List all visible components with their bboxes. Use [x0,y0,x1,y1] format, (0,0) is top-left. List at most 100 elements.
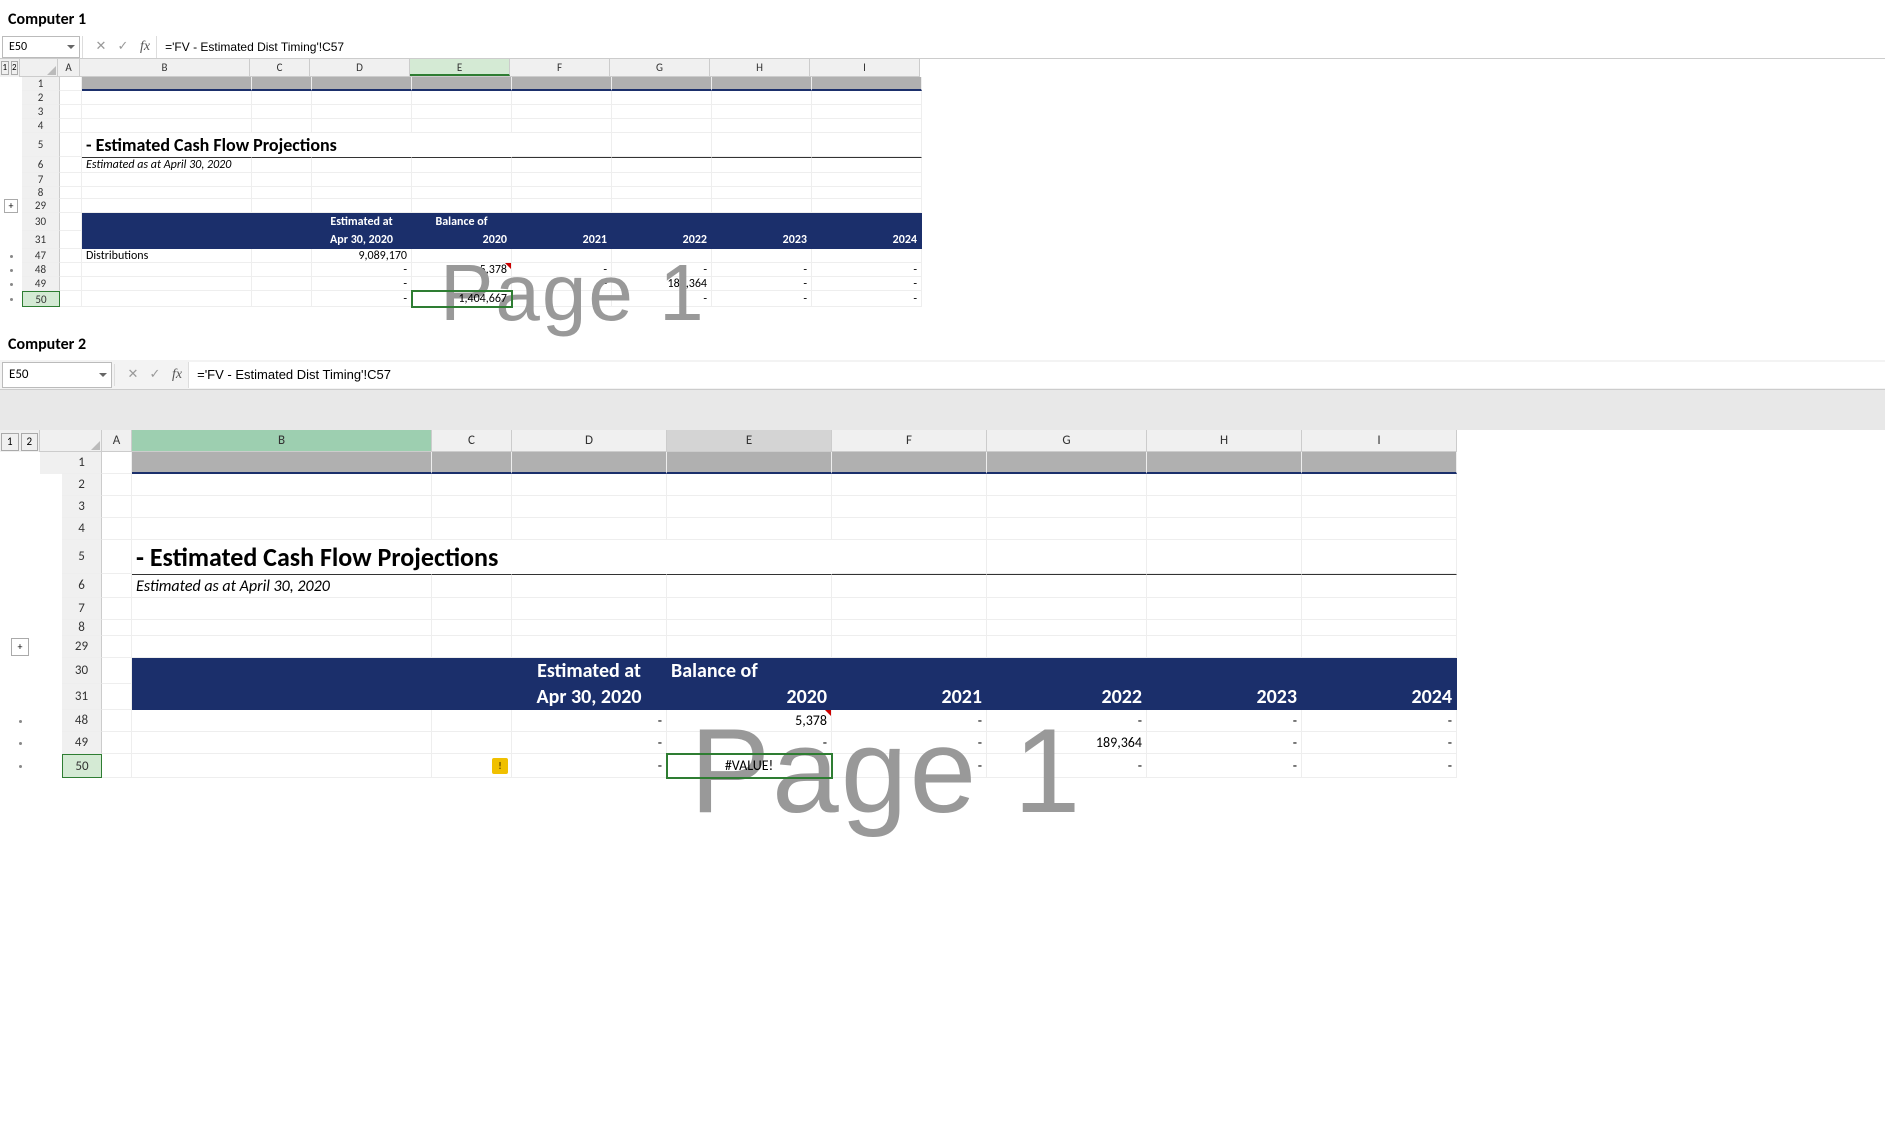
formula-input[interactable] [188,362,1885,388]
formula-input[interactable] [156,36,1885,58]
col-header-I[interactable]: I [1302,430,1457,451]
col-header-E[interactable]: E [410,59,510,76]
col-header-E[interactable]: E [667,430,832,451]
data-cell[interactable]: - [312,263,412,277]
data-cell[interactable]: 5,378 [667,710,832,732]
data-cell[interactable]: - [712,263,812,277]
row-header[interactable]: 1 [22,77,60,91]
row-header[interactable]: 6 [62,574,102,598]
col-header-G[interactable]: G [987,430,1147,451]
data-cell[interactable]: - [1147,710,1302,732]
row-header[interactable]: 6 [22,157,60,173]
data-cell[interactable]: - [512,263,612,277]
col-header-H[interactable]: H [1147,430,1302,451]
data-cell[interactable]: - [1302,732,1457,754]
data-cell[interactable]: - [1302,754,1457,778]
select-all-triangle[interactable] [91,441,100,450]
accept-formula-button[interactable]: ✓ [112,36,134,58]
row-header[interactable]: 2 [62,474,102,496]
data-cell[interactable]: - [612,291,712,307]
outline-expand-button[interactable]: + [4,199,18,213]
col-header-D[interactable]: D [512,430,667,451]
data-cell[interactable]: - [667,732,832,754]
row-header[interactable]: 7 [62,598,102,620]
cancel-formula-button[interactable]: ✕ [90,36,112,58]
data-cell[interactable]: - [412,277,512,291]
row-header[interactable]: 3 [22,105,60,119]
row-header[interactable]: 48 [62,710,102,732]
outline-level-1[interactable]: 1 [1,433,19,451]
outline-level-2[interactable]: 2 [11,61,19,75]
data-cell[interactable]: - [832,754,987,778]
outline-expand-button[interactable]: + [11,638,29,656]
accept-formula-button[interactable]: ✓ [144,364,166,386]
row-header[interactable]: 30 [22,213,60,231]
data-cell[interactable]: 9,089,170 [312,249,412,263]
data-cell[interactable]: - [1147,754,1302,778]
col-header-B[interactable]: B [132,430,432,451]
row-header[interactable]: 7 [22,173,60,187]
col-header-H[interactable]: H [710,59,810,76]
fx-button[interactable]: fx [166,367,188,383]
row-header[interactable]: 47 [22,249,60,263]
name-box[interactable]: E50 [2,362,112,388]
name-box[interactable]: E50 [2,36,80,58]
data-cell[interactable]: - [512,291,612,307]
data-cell[interactable]: - [832,710,987,732]
data-cell[interactable]: - [812,263,922,277]
fx-button[interactable]: fx [134,39,156,55]
col-header-F[interactable]: F [510,59,610,76]
row-header[interactable]: 8 [62,620,102,636]
data-cell[interactable]: - [512,277,612,291]
row-header[interactable]: 1 [62,452,102,474]
data-cell[interactable]: - [712,291,812,307]
data-cell[interactable]: 189,364 [612,277,712,291]
data-cell[interactable]: - [612,263,712,277]
row-header[interactable]: 31 [22,231,60,249]
data-cell[interactable]: - [812,291,922,307]
row-header[interactable]: 49 [62,732,102,754]
row-header[interactable]: 29 [22,199,60,213]
data-cell[interactable]: 189,364 [987,732,1147,754]
col-header-C[interactable]: C [432,430,512,451]
col-header-C[interactable]: C [250,59,310,76]
error-indicator-icon[interactable]: ! [492,758,508,774]
row-header[interactable]: 50 [22,291,60,307]
data-cell[interactable]: - [987,710,1147,732]
outline-level-1[interactable]: 1 [1,61,9,75]
data-cell[interactable]: 5,378 [412,263,512,277]
row-header[interactable]: 2 [22,91,60,105]
col-header-I[interactable]: I [810,59,920,76]
row-header[interactable]: 4 [22,119,60,133]
row-header[interactable]: 50 [62,754,102,778]
row-header[interactable]: 5 [22,133,60,157]
data-cell[interactable]: - [832,732,987,754]
col-header-F[interactable]: F [832,430,987,451]
row-header[interactable]: 5 [62,540,102,574]
col-header-B[interactable]: B [80,59,250,76]
cancel-formula-button[interactable]: ✕ [122,364,144,386]
outline-level-2[interactable]: 2 [21,433,39,451]
data-cell[interactable]: Distributions [82,249,252,263]
col-header-D[interactable]: D [310,59,410,76]
col-header-A[interactable]: A [58,59,80,76]
row-header[interactable]: 49 [22,277,60,291]
active-cell[interactable]: #VALUE! [667,754,832,778]
data-cell[interactable]: - [312,277,412,291]
data-cell[interactable]: !- [512,754,667,778]
row-header[interactable]: 8 [22,187,60,199]
active-cell[interactable]: 1,404,667 [412,291,512,307]
row-header[interactable]: 3 [62,496,102,518]
data-cell[interactable]: - [512,710,667,732]
row-header[interactable]: 30 [62,658,102,684]
data-cell[interactable]: - [987,754,1147,778]
data-cell[interactable]: - [512,732,667,754]
col-header-G[interactable]: G [610,59,710,76]
data-cell[interactable]: - [1147,732,1302,754]
col-header-A[interactable]: A [102,430,132,451]
data-cell[interactable]: - [1302,710,1457,732]
select-all-triangle[interactable] [47,66,56,75]
row-header[interactable]: 29 [62,636,102,658]
data-cell[interactable]: - [812,277,922,291]
data-cell[interactable]: - [312,291,412,307]
